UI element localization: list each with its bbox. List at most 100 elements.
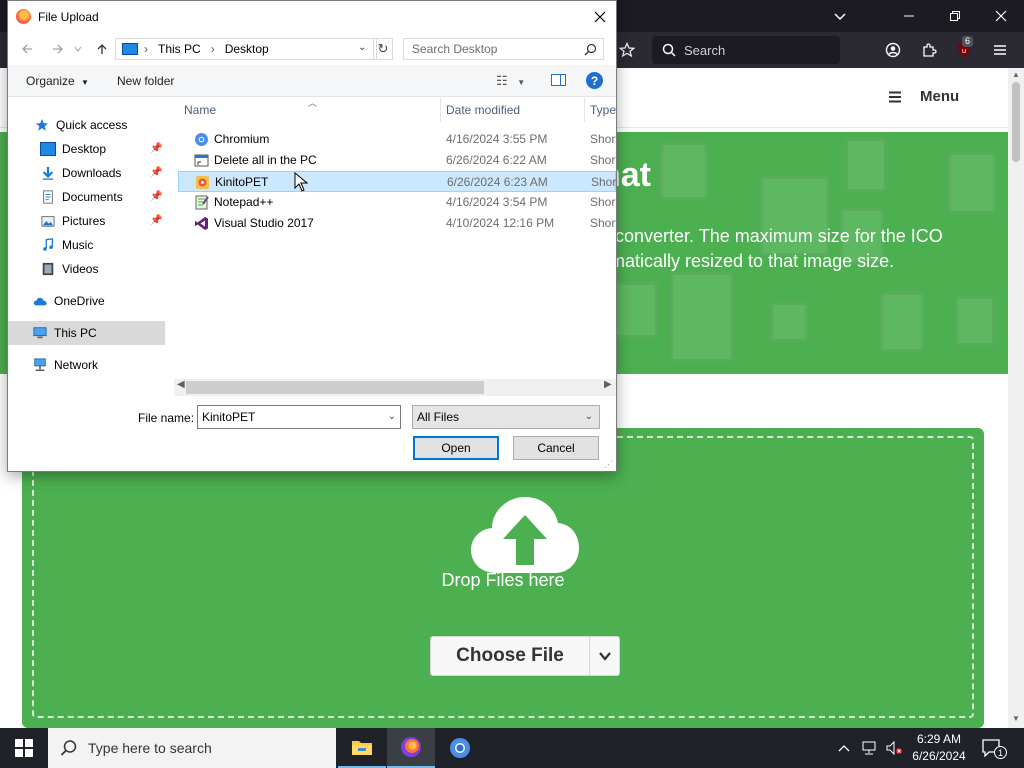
list-all-tabs-button[interactable] bbox=[817, 0, 863, 32]
sort-ascending-icon: ︿ bbox=[308, 98, 318, 108]
file-list-horizontal-scrollbar[interactable]: ◀ ▶ bbox=[174, 379, 616, 396]
close-button[interactable] bbox=[978, 0, 1024, 32]
choose-file-button[interactable]: Choose File bbox=[430, 636, 590, 676]
file-row[interactable]: Delete all in the PC 6/26/2024 6:22 AM S… bbox=[178, 150, 616, 171]
close-icon bbox=[995, 10, 1007, 22]
column-header-type[interactable]: Type bbox=[584, 98, 616, 122]
taskbar-file-explorer[interactable] bbox=[338, 728, 386, 768]
column-header-date-modified[interactable]: Date modified bbox=[440, 98, 584, 122]
minimize-icon bbox=[904, 15, 914, 17]
nav-item-desktop[interactable]: Desktop 📌 bbox=[8, 137, 165, 161]
page-scrollbar[interactable]: ▲ ▼ bbox=[1008, 68, 1024, 728]
nav-item-music[interactable]: Music bbox=[8, 233, 165, 257]
nav-item-onedrive[interactable]: OneDrive bbox=[8, 289, 165, 313]
hero-description: o converter. The maximum size for the IC… bbox=[600, 224, 1000, 274]
up-folder-button[interactable] bbox=[92, 39, 112, 59]
taskbar-clock[interactable]: 6:29 AM 6/26/2024 bbox=[905, 731, 973, 765]
nav-item-quick-access[interactable]: Quick access bbox=[8, 113, 165, 137]
scroll-up-arrow-icon[interactable]: ▲ bbox=[1012, 70, 1020, 79]
taskbar-firefox[interactable] bbox=[387, 728, 435, 768]
nav-item-label: Desktop bbox=[62, 142, 107, 156]
volume-button[interactable] bbox=[886, 728, 904, 768]
file-drop-zone[interactable]: Drop Files here Choose File bbox=[22, 428, 984, 728]
dialog-search-box[interactable]: Search Desktop bbox=[403, 38, 604, 60]
chromium-shortcut-icon bbox=[195, 133, 208, 146]
browser-search-box[interactable]: Search bbox=[652, 36, 840, 64]
choose-file-dropdown-button[interactable] bbox=[589, 636, 620, 676]
refresh-button[interactable]: ↻ bbox=[373, 38, 393, 60]
file-type: Shortcut bbox=[591, 175, 616, 189]
arrow-right-icon bbox=[53, 44, 63, 54]
file-name-input[interactable]: KinitoPET ⌄ bbox=[197, 405, 401, 429]
preview-pane-toggle-button[interactable] bbox=[551, 74, 566, 86]
file-row-selected[interactable]: KinitoPET 6/26/2024 6:23 AM Shortcut bbox=[178, 171, 616, 192]
back-button[interactable] bbox=[17, 39, 37, 59]
site-menu-button[interactable]: Menu bbox=[888, 88, 959, 105]
nav-item-videos[interactable]: Videos bbox=[8, 257, 165, 281]
breadcrumb-this-pc[interactable]: This PC bbox=[158, 42, 201, 56]
nav-item-documents[interactable]: Documents 📌 bbox=[8, 185, 165, 209]
chevron-down-icon bbox=[598, 652, 611, 661]
resize-grip-icon[interactable]: ⋰ bbox=[604, 459, 613, 470]
minimize-button[interactable] bbox=[886, 0, 932, 32]
page-scrollbar-thumb[interactable] bbox=[1012, 82, 1020, 162]
arrow-left-icon bbox=[22, 44, 32, 54]
bookmark-star-button[interactable] bbox=[614, 38, 640, 62]
action-center-button[interactable]: 1 bbox=[980, 736, 1007, 760]
pin-icon: 📌 bbox=[150, 191, 163, 202]
restore-button[interactable] bbox=[932, 0, 978, 32]
nav-item-this-pc[interactable]: This PC bbox=[8, 321, 165, 345]
dialog-close-button[interactable] bbox=[584, 1, 616, 32]
address-bar[interactable]: › This PC › Desktop ⌄ bbox=[115, 38, 377, 60]
show-hidden-icons-button[interactable] bbox=[838, 728, 850, 768]
nav-item-downloads[interactable]: Downloads 📌 bbox=[8, 161, 165, 185]
column-header-name[interactable]: Name ︿ bbox=[178, 98, 440, 122]
puzzle-icon bbox=[923, 43, 937, 57]
nav-item-network[interactable]: Network bbox=[8, 353, 165, 377]
taskbar-search-box[interactable]: Type here to search bbox=[48, 728, 336, 768]
address-history-dropdown-icon[interactable]: ⌄ bbox=[358, 42, 366, 53]
network-status-button[interactable] bbox=[862, 728, 878, 768]
account-button[interactable] bbox=[880, 38, 906, 62]
breadcrumb-separator-icon: › bbox=[144, 42, 148, 56]
cancel-button[interactable]: Cancel bbox=[513, 436, 599, 460]
nav-item-pictures[interactable]: Pictures 📌 bbox=[8, 209, 165, 233]
horizontal-scrollbar-thumb[interactable] bbox=[186, 381, 484, 394]
file-explorer-icon bbox=[352, 741, 372, 755]
breadcrumb-desktop[interactable]: Desktop bbox=[225, 42, 269, 56]
change-view-button[interactable]: ☷ ▼ bbox=[496, 73, 525, 89]
start-button[interactable] bbox=[0, 728, 48, 768]
nav-item-label: Music bbox=[62, 238, 94, 252]
app-menu-button[interactable] bbox=[987, 38, 1013, 62]
file-upload-dialog: File Upload › This PC › Desktop ⌄ ↻ Sear… bbox=[7, 0, 617, 472]
scroll-left-arrow-icon[interactable]: ◀ bbox=[177, 379, 185, 390]
file-row[interactable]: Visual Studio 2017 4/10/2024 12:16 PM Sh… bbox=[178, 213, 616, 234]
file-type-select[interactable]: All Files ⌄ bbox=[412, 405, 600, 429]
help-button[interactable]: ? bbox=[586, 72, 603, 89]
taskbar-search-placeholder: Type here to search bbox=[88, 740, 212, 756]
new-folder-button[interactable]: New folder bbox=[117, 74, 174, 88]
file-name-value: KinitoPET bbox=[202, 410, 256, 424]
organize-label: Organize bbox=[26, 74, 75, 88]
dialog-command-bar: Organize ▼ New folder ☷ ▼ ? bbox=[8, 65, 616, 97]
decorative-image-file-icon bbox=[845, 138, 887, 192]
file-type: Shortcut bbox=[590, 132, 616, 146]
extensions-button[interactable] bbox=[916, 38, 942, 62]
file-row[interactable]: Chromium 4/16/2024 3:55 PM Shortcut bbox=[178, 129, 616, 150]
open-button[interactable]: Open bbox=[413, 436, 499, 460]
scroll-right-arrow-icon[interactable]: ▶ bbox=[604, 379, 612, 390]
forward-button[interactable] bbox=[48, 39, 68, 59]
decorative-file-icon bbox=[770, 302, 808, 342]
site-menu-label: Menu bbox=[920, 88, 960, 105]
file-type-value: All Files bbox=[417, 410, 460, 424]
organize-menu-button[interactable]: Organize ▼ bbox=[26, 74, 89, 88]
chevron-down-icon[interactable]: ⌄ bbox=[388, 411, 396, 422]
taskbar-chromium[interactable] bbox=[436, 728, 484, 768]
search-icon bbox=[662, 43, 676, 57]
recent-locations-button[interactable] bbox=[68, 39, 88, 59]
app-shortcut-icon bbox=[194, 154, 209, 167]
documents-folder-icon bbox=[43, 190, 53, 204]
scroll-down-arrow-icon[interactable]: ▼ bbox=[1012, 714, 1020, 723]
file-row[interactable]: Notepad++ 4/16/2024 3:54 PM Shortcut bbox=[178, 192, 616, 213]
nav-item-label: Pictures bbox=[62, 214, 106, 228]
